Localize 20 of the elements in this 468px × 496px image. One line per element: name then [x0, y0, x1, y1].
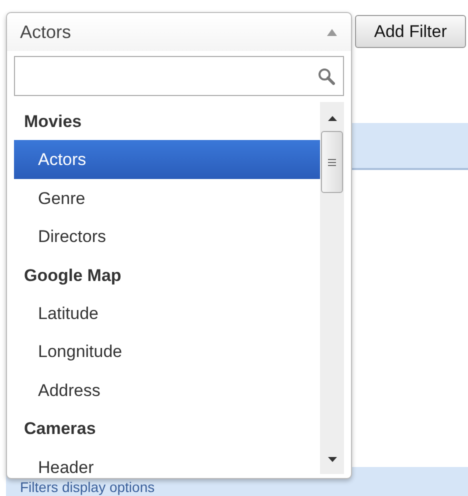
scroll-thumb[interactable]	[321, 131, 343, 193]
scroll-down-icon[interactable]	[328, 457, 336, 462]
scroll-up-icon[interactable]	[328, 116, 336, 121]
search-icon	[318, 68, 335, 84]
add-filter-button[interactable]: Add Filter	[355, 15, 466, 48]
dropdown-option[interactable]: Header	[14, 448, 320, 474]
dropdown-option[interactable]: Longnitude	[14, 332, 320, 371]
group-heading: Movies	[23, 111, 83, 133]
dropdown-option[interactable]: Address	[14, 370, 320, 410]
search-field[interactable]	[14, 56, 344, 96]
filter-select[interactable]: Actors	[7, 13, 351, 51]
group-heading: Google Map	[23, 264, 122, 287]
caret-icon	[327, 28, 337, 36]
dropdown-option[interactable]: Actors	[14, 140, 320, 179]
dropdown-option[interactable]: Directors	[14, 217, 320, 256]
scrollbar[interactable]	[320, 102, 344, 474]
dropdown-option[interactable]: Latitude	[14, 294, 320, 332]
options-bar-title: Filters display options	[20, 480, 156, 494]
group-heading: Cameras	[23, 418, 97, 440]
dropdown-option[interactable]: Genre	[14, 178, 320, 218]
